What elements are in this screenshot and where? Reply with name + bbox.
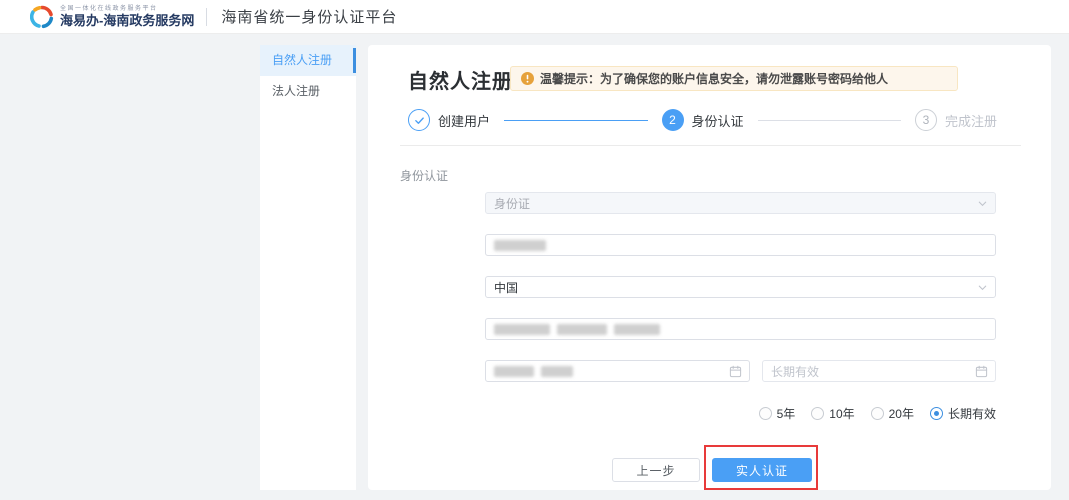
radio-20-years[interactable]: 20年 [871, 405, 914, 422]
radio-circle-icon [759, 407, 772, 420]
step-2-number: 2 [662, 109, 684, 131]
radio-circle-icon [811, 407, 824, 420]
top-header: 全国一体化在线政务服务平台 海易办-海南政务服务网 海南省统一身份认证平台 [0, 0, 1069, 34]
tip-banner: 温馨提示：为了确保您的账户信息安全，请勿泄露账号密码给他人 [510, 66, 958, 91]
page-title: 自然人注册 [408, 65, 513, 94]
redacted-id-number-value [494, 324, 667, 335]
id-number-input[interactable] [485, 318, 996, 340]
warning-icon [521, 72, 534, 85]
main-panel: 自然人注册 温馨提示：为了确保您的账户信息安全，请勿泄露账号密码给他人 创建用户 [368, 45, 1051, 490]
redacted-date-value [494, 366, 580, 377]
radio-5-years[interactable]: 5年 [759, 405, 796, 422]
validity-end-placeholder: 长期有效 [771, 363, 819, 380]
logo-swirl-icon [30, 5, 54, 29]
step-create-user: 创建用户 [408, 109, 490, 131]
nationality-value: 中国 [494, 279, 518, 296]
radio-long-term[interactable]: 长期有效 [930, 405, 996, 422]
id-type-value: 身份证 [494, 195, 530, 212]
radio-long-term-label: 长期有效 [948, 405, 996, 422]
step-1-label: 创建用户 [438, 111, 490, 130]
sidebar: 自然人注册 法人注册 [260, 45, 356, 490]
chevron-down-icon [977, 198, 988, 209]
calendar-icon [729, 365, 742, 378]
real-name-input[interactable] [485, 234, 996, 256]
logo-site-name: 海易办-海南政务服务网 [60, 14, 194, 27]
divider [400, 145, 1021, 146]
calendar-icon [975, 365, 988, 378]
logo-text: 全国一体化在线政务服务平台 海易办-海南政务服务网 [60, 6, 194, 27]
previous-step-button[interactable]: 上一步 [612, 458, 700, 482]
step-3-label: 完成注册 [945, 111, 997, 130]
radio-5-years-label: 5年 [777, 405, 796, 422]
radio-10-years[interactable]: 10年 [811, 405, 854, 422]
validity-end-date-input[interactable]: 长期有效 [762, 360, 996, 382]
radio-10-years-label: 10年 [829, 405, 854, 422]
section-label: 身份认证 [400, 167, 448, 184]
id-type-select: 身份证 [485, 192, 996, 214]
redacted-name-value [494, 240, 553, 251]
step-2-label: 身份认证 [692, 111, 744, 130]
real-person-auth-button[interactable]: 实人认证 [712, 458, 812, 482]
chevron-down-icon [977, 282, 988, 293]
step-complete: 3 完成注册 [915, 109, 997, 131]
sidebar-item-legal-person[interactable]: 法人注册 [260, 76, 356, 107]
radio-selected-icon [930, 407, 943, 420]
step-1-check-icon [408, 109, 430, 131]
step-3-number: 3 [915, 109, 937, 131]
logo-top-caption: 全国一体化在线政务服务平台 [60, 6, 194, 12]
platform-title: 海南省统一身份认证平台 [221, 6, 397, 27]
step-identity-verify: 2 身份认证 [662, 109, 744, 131]
step-connector-2 [758, 120, 901, 121]
step-indicator: 创建用户 2 身份认证 3 完成注册 [408, 108, 997, 132]
radio-20-years-label: 20年 [889, 405, 914, 422]
validity-start-date-input[interactable] [485, 360, 750, 382]
radio-circle-icon [871, 407, 884, 420]
page: 全国一体化在线政务服务平台 海易办-海南政务服务网 海南省统一身份认证平台 自然… [0, 0, 1069, 500]
tip-text: 温馨提示：为了确保您的账户信息安全，请勿泄露账号密码给他人 [540, 70, 888, 87]
header-divider [206, 8, 207, 26]
step-connector-1 [504, 120, 647, 121]
nationality-select[interactable]: 中国 [485, 276, 996, 298]
validity-options: 5年 10年 20年 长期有效 [743, 405, 996, 422]
site-logo[interactable]: 全国一体化在线政务服务平台 海易办-海南政务服务网 [30, 5, 194, 29]
sidebar-item-natural-person[interactable]: 自然人注册 [260, 45, 356, 76]
